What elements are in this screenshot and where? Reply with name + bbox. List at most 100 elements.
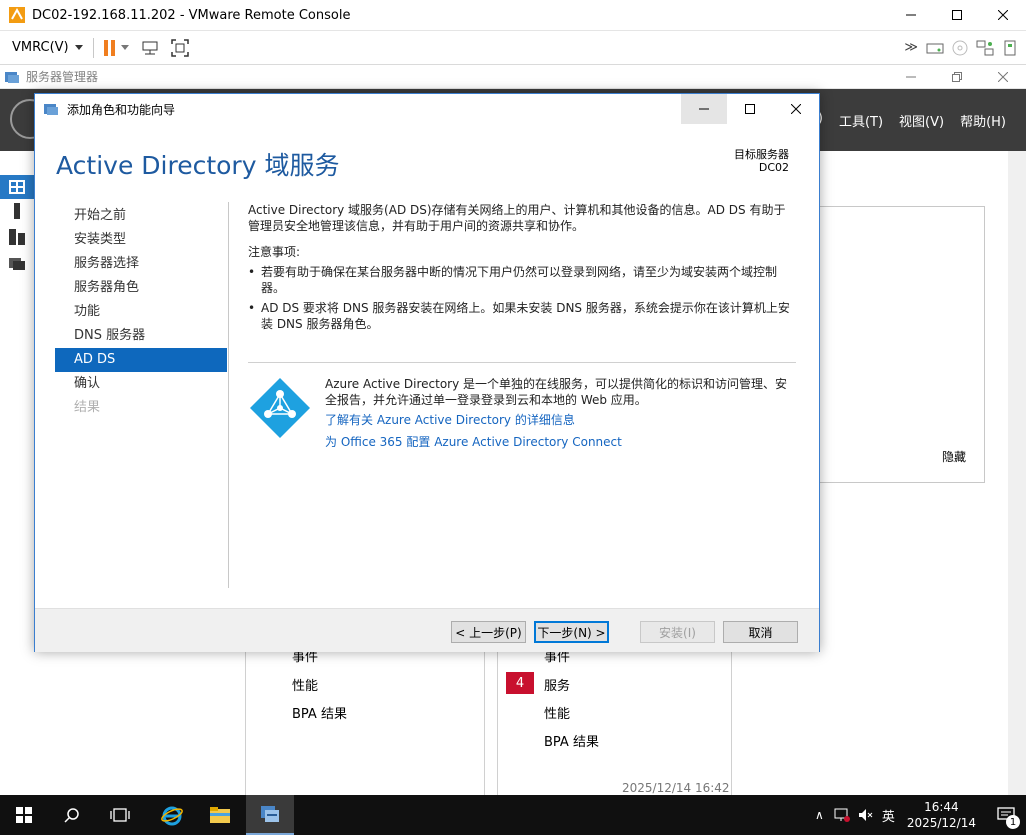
note-text: AD DS 要求将 DNS 服务器安装在网络上。如果未安装 DNS 服务器，系统… [261,301,790,331]
wizard-close-button[interactable] [773,94,819,124]
wizard-nav-item[interactable]: 服务器角色 [55,276,227,300]
double-chevron-right-icon[interactable]: ≫ [904,40,918,55]
azure-description: Azure Active Directory 是一个单独的在线服务，可以提供简化… [325,377,788,407]
vmrc-toolbar: VMRC(V) ≫ [0,31,1026,65]
wizard-icon [44,104,58,115]
notes-title: 注意事项: [248,245,301,259]
tile-row-performance[interactable]: 性能 [292,675,318,694]
volume-muted-icon[interactable] [858,808,874,822]
usb-device-icon[interactable] [1002,40,1018,56]
content-divider [248,362,796,363]
all-servers-icon[interactable] [0,225,34,249]
tile-timestamp: 2025/12/14 16:42 [622,781,730,795]
clock-time: 16:44 [924,800,959,814]
vmrc-minimize-button[interactable] [888,0,934,30]
file-storage-icon[interactable] [0,251,34,275]
server-manager-scrollbar[interactable] [1008,151,1026,795]
wizard-nav-item[interactable]: 确认 [55,372,227,396]
show-hidden-icons-icon[interactable]: ∧ [815,808,824,822]
vmrc-title-bar: DC02-192.168.11.202 - VMware Remote Cons… [0,0,1026,31]
server-tile-left: 事件 性能 BPA 结果 [245,650,485,795]
wizard-minimize-button[interactable] [681,94,727,124]
azure-section: Azure Active Directory 是一个单独的在线服务，可以提供简化… [325,376,795,450]
tile-row-performance[interactable]: 性能 [544,703,570,722]
network-icon[interactable] [834,808,850,822]
taskbar-clock[interactable]: 16:44 2025/12/14 [907,799,976,831]
wizard-content: Active Directory 域服务(AD DS)存储有关网络上的用户、计算… [248,202,796,336]
vmrc-close-button[interactable] [980,0,1026,30]
cd-drive-icon[interactable] [952,40,968,56]
vmrc-maximize-button[interactable] [934,0,980,30]
notification-count-badge: 1 [1006,815,1020,829]
server-manager-title-bar: 服务器管理器 [0,65,1026,89]
wizard-nav-item[interactable]: 安装类型 [55,228,227,252]
note-item: • AD DS 要求将 DNS 服务器安装在网络上。如果未安装 DNS 服务器，系… [248,300,796,332]
server-tile-right: 事件 4 服务 性能 BPA 结果 [497,650,732,795]
folder-icon [210,807,230,823]
azure-connect-link[interactable]: 为 Office 365 配置 Azure Active Directory C… [325,434,795,450]
wizard-nav-item-selected[interactable]: AD DS [55,348,227,372]
vmrc-menu-button[interactable]: VMRC(V) [12,40,83,55]
search-button[interactable] [48,795,96,835]
welcome-panel: 隐藏 [819,206,985,483]
server-manager-title: 服务器管理器 [26,70,99,84]
clock-date: 2025/12/14 [906,816,976,830]
cancel-button[interactable]: 取消 [723,621,798,643]
network-adapter-icon[interactable] [976,40,994,56]
server-manager-close-button[interactable] [980,65,1026,88]
tile-row-bpa[interactable]: BPA 结果 [544,731,599,750]
tile-row-services[interactable]: 服务 [544,675,570,694]
next-button[interactable]: 下一步(N) > [534,621,609,643]
ie-taskbar-button[interactable] [148,795,196,835]
server-manager-taskbar-button[interactable] [246,795,294,835]
wizard-nav-item[interactable]: DNS 服务器 [55,324,227,348]
toolbar-separator [92,37,94,58]
wizard-nav-item[interactable]: 服务器选择 [55,252,227,276]
wizard-nav: 开始之前 安装类型 服务器选择 服务器角色 功能 DNS 服务器 AD DS 确… [55,204,227,420]
send-ctrl-alt-del-icon[interactable] [141,40,159,56]
page-title: Active Directory 域服务 [56,151,340,180]
pause-icon[interactable] [103,39,115,56]
wizard-maximize-button[interactable] [727,94,773,124]
input-method-indicator[interactable]: 英 [882,806,895,825]
menu-item-view[interactable]: 视图(V) [899,111,944,130]
task-view-button[interactable] [96,795,144,835]
internet-explorer-icon [161,806,183,826]
wizard-nav-item-disabled: 结果 [74,400,101,415]
wizard-title-bar: 添加角色和功能向导 [35,94,819,124]
note-item: • 若要有助于确保在某台服务器中断的情况下用户仍然可以登录到网络，请至少为域安装两… [248,264,796,296]
fullscreen-icon[interactable] [170,38,189,57]
server-manager-restore-button[interactable] [934,65,980,88]
task-view-icon [110,808,130,822]
server-manager-icon [261,806,279,822]
add-roles-wizard-dialog: 添加角色和功能向导 Active Directory 域服务 目标服务器 DC0… [34,93,820,652]
wizard-nav-item[interactable]: 功能 [55,300,227,324]
menu-item-help[interactable]: 帮助(H) [960,111,1006,130]
hide-welcome-link[interactable]: 隐藏 [942,448,966,465]
windows-taskbar: ∧ 英 16:44 2025/12/14 1 [0,795,1026,835]
dashboard-icon[interactable] [0,175,34,199]
windows-logo-icon [16,807,32,823]
file-explorer-button[interactable] [196,795,244,835]
vmrc-menu-label: VMRC(V) [12,40,69,55]
action-center-button[interactable]: 1 [986,795,1026,835]
install-button: 安装(I) [640,621,715,643]
server-manager-menu: M) 工具(T) 视图(V) 帮助(H) [807,111,1006,130]
adds-description: Active Directory 域服务(AD DS)存储有关网络上的用户、计算… [248,203,786,233]
previous-button[interactable]: < 上一步(P) [451,621,526,643]
wizard-nav-item[interactable]: 开始之前 [55,204,227,228]
server-manager-left-nav [0,151,34,795]
azure-learn-more-link[interactable]: 了解有关 Azure Active Directory 的详细信息 [325,412,795,428]
local-server-icon[interactable] [0,199,34,223]
server-manager-minimize-button[interactable] [888,65,934,88]
chevron-down-icon[interactable] [120,45,129,50]
azure-ad-icon [250,378,310,438]
vmrc-logo-icon [9,7,25,23]
tile-row-bpa[interactable]: BPA 结果 [292,703,347,722]
nav-divider [228,202,229,588]
start-button[interactable] [0,795,48,835]
menu-item-tools[interactable]: 工具(T) [839,111,883,130]
services-count-badge: 4 [506,672,534,694]
hard-disk-icon[interactable] [926,41,944,55]
target-server-label: 目标服务器 [734,148,789,161]
